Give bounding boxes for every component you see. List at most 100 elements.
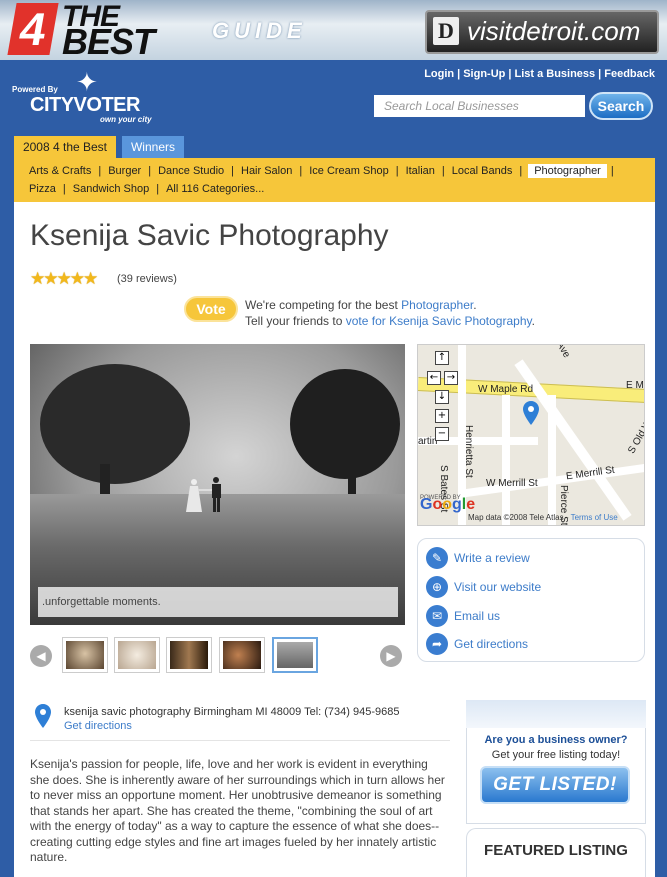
- map-zoom-out-icon[interactable]: −: [435, 427, 449, 441]
- thumbnail-3[interactable]: [166, 637, 212, 673]
- envelope-icon: ✉: [426, 605, 448, 627]
- category-row-2: Pizza | Sandwich Shop | All 116 Categories..…: [26, 182, 267, 196]
- cityvoter-tagline: own your city: [100, 115, 152, 124]
- map-footer: Map data ©2008 Tele Atlas - Terms of Use: [468, 513, 644, 523]
- tab-2008-4-the-best[interactable]: 2008 4 the Best: [14, 136, 116, 158]
- pencil-icon: ✎: [426, 547, 448, 569]
- featured-listing-title: FEATURED LISTING: [484, 842, 628, 859]
- map-data-credit: Map data ©2008 Tele Atlas -: [468, 513, 571, 522]
- location-map[interactable]: W Maple Rd E M Ave Henrietta St S Bates …: [417, 344, 645, 526]
- category-row-1: Arts & Crafts | Burger | Dance Studio | Hair S…: [26, 164, 618, 178]
- map-pan-up-icon[interactable]: ↑: [435, 351, 449, 365]
- actions-box: ✎ Write a review ⊕ Visit our website ✉ E…: [417, 538, 645, 662]
- category-arts-crafts[interactable]: Arts & Crafts: [26, 164, 94, 178]
- map-label-ave: Ave: [553, 344, 572, 360]
- main-photo[interactable]: .unforgettable moments.: [30, 344, 405, 625]
- map-zoom-in-icon[interactable]: +: [435, 409, 449, 423]
- visit-website-label: Visit our website: [454, 580, 542, 594]
- list-business-link[interactable]: List a Business: [514, 68, 595, 80]
- vote-message: We're competing for the best Photographe…: [245, 297, 535, 329]
- category-photographer[interactable]: Photographer: [528, 164, 607, 178]
- banner-guide-text: GUIDE: [212, 18, 307, 43]
- photo-tree-left: [40, 364, 190, 484]
- thumbnail-strip: ◀ ▶: [30, 637, 405, 677]
- business-description: Ksenija's passion for people, life, love…: [30, 757, 445, 864]
- vote-line2-prefix: Tell your friends to: [245, 314, 346, 328]
- thumbnail-2[interactable]: [114, 637, 160, 673]
- email-action[interactable]: ✉ Email us: [426, 605, 636, 627]
- skyline-graphic: [466, 700, 646, 728]
- rating-stars-icon: ★★★★★: [30, 269, 98, 289]
- category-burger[interactable]: Burger: [105, 164, 144, 178]
- write-review-label: Write a review: [454, 551, 530, 565]
- map-pin-icon[interactable]: [522, 401, 540, 425]
- vote-line2-suffix: .: [531, 314, 535, 328]
- category-sandwich-shop[interactable]: Sandwich Shop: [70, 182, 152, 196]
- map-label-maple: W Maple Rd: [478, 384, 534, 395]
- banner-best-text: BEST: [62, 21, 155, 60]
- category-dance-studio[interactable]: Dance Studio: [155, 164, 227, 178]
- globe-icon: ⊕: [426, 576, 448, 598]
- vote-line1-suffix: .: [473, 298, 477, 312]
- visitdetroit-d-icon: D: [433, 17, 459, 45]
- search-input[interactable]: [374, 95, 585, 117]
- map-label-maple-e: E M: [626, 380, 644, 391]
- address-directions-link[interactable]: Get directions: [64, 719, 132, 733]
- tab-winners[interactable]: Winners: [122, 136, 184, 158]
- thumbnail-1[interactable]: [62, 637, 108, 673]
- review-count[interactable]: (39 reviews): [117, 272, 177, 286]
- category-ice-cream-shop[interactable]: Ice Cream Shop: [306, 164, 391, 178]
- map-pan-left-icon[interactable]: ←: [427, 371, 441, 385]
- photo-caption: .unforgettable moments.: [38, 587, 398, 617]
- get-directions-label: Get directions: [454, 637, 529, 651]
- top-banner: 4 THE BEST GUIDE D visitdetroit.com: [0, 0, 667, 60]
- feedback-link[interactable]: Feedback: [604, 68, 655, 80]
- google-logo: Google: [420, 496, 476, 513]
- next-arrow-icon[interactable]: ▶: [380, 645, 402, 667]
- category-italian[interactable]: Italian: [403, 164, 438, 178]
- map-label-henrietta: Henrietta St: [463, 425, 474, 478]
- photo-couple: [186, 477, 221, 512]
- directions-arrow-icon: ➦: [426, 633, 448, 655]
- cityvoter-star-icon: ✦: [76, 68, 98, 98]
- map-pan-down-icon[interactable]: ↓: [435, 390, 449, 404]
- top-links: Login | Sign-Up | List a Business | Feedback: [424, 68, 655, 80]
- cityvoter-logo[interactable]: CITYVOTER: [30, 95, 140, 115]
- map-road-henrietta: [502, 395, 510, 525]
- category-bar: Arts & Crafts | Burger | Dance Studio | Hair S…: [14, 158, 655, 202]
- business-title: Ksenija Savic Photography: [30, 219, 389, 252]
- category-local-bands[interactable]: Local Bands: [449, 164, 516, 178]
- address-text: ksenija savic photography Birmingham MI …: [64, 706, 400, 718]
- vote-line1-prefix: We're competing for the best: [245, 298, 402, 312]
- visitdetroit-logo[interactable]: D visitdetroit.com: [425, 10, 659, 54]
- map-label-merrill-w: W Merrill St: [486, 478, 538, 489]
- get-listed-button[interactable]: GET LISTED!: [480, 766, 630, 804]
- photo-tree-right: [290, 369, 400, 479]
- login-link[interactable]: Login: [424, 68, 454, 80]
- business-owner-question: Are you a business owner?: [484, 734, 628, 746]
- thumbnail-5[interactable]: [272, 637, 318, 673]
- visitdetroit-text: visitdetroit.com: [467, 16, 641, 46]
- map-label-old-wood: S Old Wood: [626, 403, 645, 456]
- signup-link[interactable]: Sign-Up: [463, 68, 505, 80]
- thumbnail-4[interactable]: [219, 637, 265, 673]
- vote-for-business-link[interactable]: vote for Ksenija Savic Photography: [346, 314, 532, 328]
- map-terms-link[interactable]: Terms of Use: [571, 513, 618, 522]
- banner-four-logo: 4: [7, 3, 59, 55]
- prev-arrow-icon[interactable]: ◀: [30, 645, 52, 667]
- address-pin-icon: [35, 704, 51, 728]
- email-label: Email us: [454, 609, 501, 623]
- photographer-category-link[interactable]: Photographer: [401, 298, 473, 312]
- category-all[interactable]: All 116 Categories...: [163, 182, 267, 196]
- write-review-action[interactable]: ✎ Write a review: [426, 547, 636, 569]
- business-owner-subtext: Get your free listing today!: [491, 749, 621, 761]
- map-label-merrill-e: E Merrill St: [565, 464, 616, 483]
- visit-website-action[interactable]: ⊕ Visit our website: [426, 576, 636, 598]
- search-button[interactable]: Search: [589, 92, 653, 120]
- category-pizza[interactable]: Pizza: [26, 182, 59, 196]
- get-directions-action[interactable]: ➦ Get directions: [426, 633, 636, 655]
- vote-button[interactable]: Vote: [184, 296, 238, 322]
- category-hair-salon[interactable]: Hair Salon: [238, 164, 295, 178]
- map-pan-right-icon[interactable]: →: [444, 371, 458, 385]
- powered-by-label: Powered By: [12, 85, 58, 94]
